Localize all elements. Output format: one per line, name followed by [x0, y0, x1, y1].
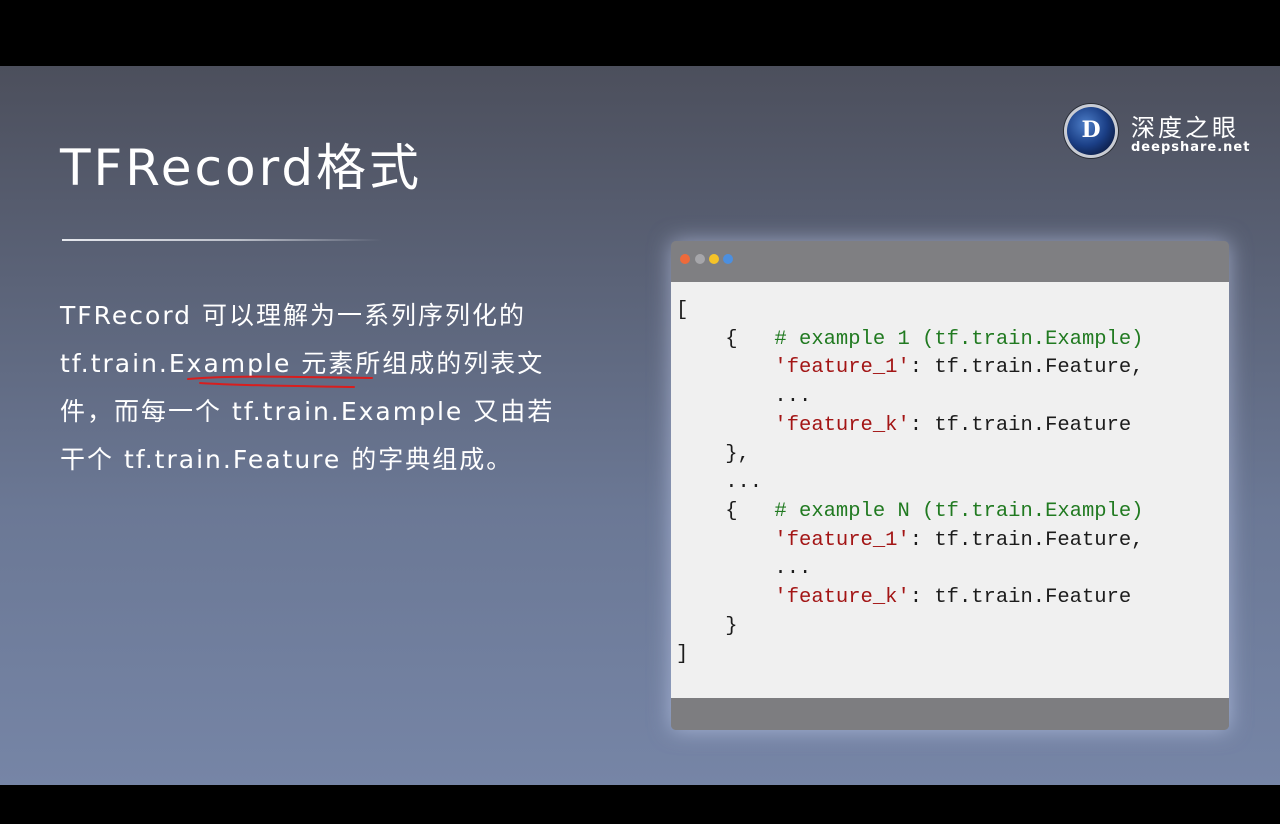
- logo-name-en: deepshare.net: [1131, 140, 1251, 155]
- description-line: TFRecord 可以理解为一系列序列化的: [60, 301, 526, 330]
- title-divider: [62, 239, 382, 241]
- code-text: : tf.train.Feature: [909, 586, 1132, 610]
- code-text: ]: [676, 643, 689, 667]
- code-line: 'feature_1': tf.train.Feature,: [676, 528, 1144, 552]
- slide-title: TFRecord格式: [60, 139, 423, 197]
- code-line: { # example N (tf.train.Example): [676, 500, 1143, 523]
- code-text: ...: [676, 385, 812, 409]
- eye-logo-icon: D: [1064, 104, 1118, 158]
- logo-letter: D: [1081, 117, 1101, 143]
- window-dot-icon: [723, 254, 733, 264]
- code-comment: # example N (tf.train.Example): [774, 499, 1144, 523]
- code-text: ...: [676, 471, 763, 495]
- code-text: ...: [676, 557, 812, 581]
- code-block: [ { # example 1 (tf.train.Example) 'feat…: [676, 297, 1144, 670]
- code-comment: # example 1 (tf.train.Example): [774, 327, 1144, 351]
- window-dot-icon: [695, 254, 705, 264]
- window-dot-icon: [680, 254, 690, 264]
- code-text: },: [676, 442, 750, 466]
- code-window: [ { # example 1 (tf.train.Example) 'feat…: [671, 241, 1229, 730]
- slide: TFRecord格式 D 深度之眼 deepshare.net TFRecord…: [0, 66, 1280, 785]
- code-window-footer: [671, 698, 1229, 730]
- code-string: 'feature_k': [774, 413, 910, 437]
- letterbox-top: [0, 0, 1280, 66]
- code-text: {: [676, 327, 775, 351]
- red-underline-annotation: [187, 375, 373, 388]
- code-line: }: [676, 614, 738, 638]
- code-string: 'feature_k': [774, 586, 910, 610]
- window-dot-icon: [709, 254, 719, 264]
- logo-name-cn: 深度之眼: [1131, 114, 1239, 142]
- code-window-titlebar: [671, 241, 1229, 282]
- code-string: 'feature_1': [774, 356, 910, 380]
- code-line: [: [676, 299, 688, 322]
- code-text: }: [676, 614, 738, 638]
- code-line: { # example 1 (tf.train.Example): [676, 328, 1143, 351]
- code-text: : tf.train.Feature,: [909, 528, 1144, 552]
- code-line: 'feature_k': tf.train.Feature: [676, 586, 1131, 609]
- description-line: 件，而每一个 tf.train.Example 又由若: [60, 397, 555, 426]
- code-area: [ { # example 1 (tf.train.Example) 'feat…: [671, 282, 1229, 698]
- code-text: : tf.train.Feature: [909, 413, 1132, 437]
- code-text: {: [676, 499, 775, 523]
- code-line: ...: [676, 385, 811, 408]
- code-text: : tf.train.Feature,: [909, 356, 1144, 380]
- brand-logo: D 深度之眼 deepshare.net: [1064, 102, 1254, 160]
- code-string: 'feature_1': [774, 528, 910, 552]
- code-line: ...: [676, 471, 762, 494]
- code-line: ...: [676, 557, 811, 580]
- code-line: 'feature_k': tf.train.Feature: [676, 414, 1131, 437]
- code-line: ]: [676, 643, 688, 666]
- description-line: 干个 tf.train.Feature 的字典组成。: [60, 445, 514, 474]
- description: TFRecord 可以理解为一系列序列化的 tf.train.Example 元…: [60, 292, 640, 484]
- code-line: 'feature_1': tf.train.Feature,: [676, 356, 1144, 380]
- letterbox-bottom: [0, 785, 1280, 824]
- code-text: [: [676, 299, 689, 322]
- code-line: },: [676, 443, 750, 466]
